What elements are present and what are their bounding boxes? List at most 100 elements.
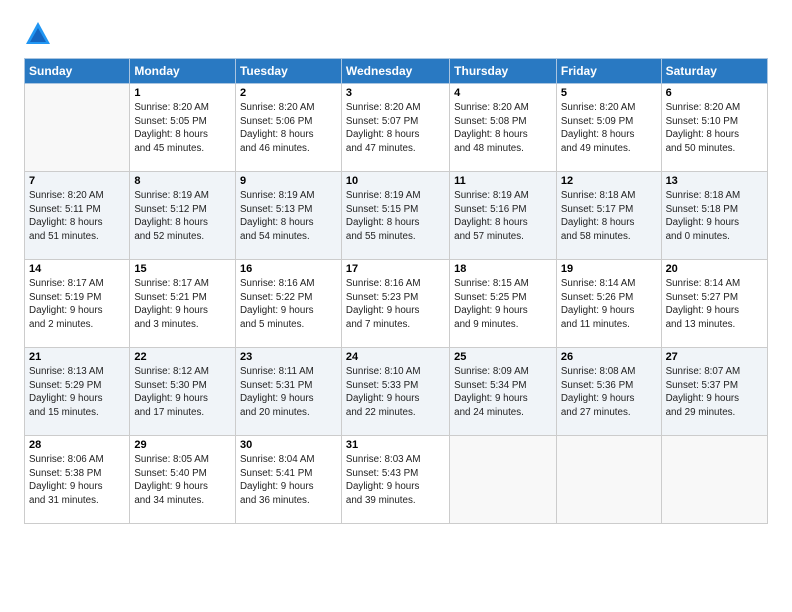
calendar-cell: 17 Sunrise: 8:16 AMSunset: 5:23 PMDayligh… — [341, 260, 449, 348]
calendar-cell: 16 Sunrise: 8:16 AMSunset: 5:22 PMDayligh… — [235, 260, 341, 348]
day-number: 31 — [346, 439, 445, 451]
calendar-week-row: 28Sunrise: 8:06 AMSunset: 5:38 PMDayligh… — [25, 436, 768, 524]
day-info: Sunrise: 8:10 AMSunset: 5:33 PMDaylight:… — [346, 365, 445, 420]
day-info: Sunrise: 8:17 AMSunset: 5:21 PMDaylight:… — [134, 277, 231, 332]
calendar-week-row: 7 Sunrise: 8:20 AMSunset: 5:11 PMDaylight… — [25, 172, 768, 260]
day-info: Sunrise: 8:14 AMSunset: 5:26 PMDaylight:… — [561, 277, 657, 332]
day-number: 30 — [240, 439, 337, 451]
day-number: 25 — [454, 351, 552, 363]
day-number: 28 — [29, 439, 125, 451]
calendar-table: SundayMondayTuesdayWednesdayThursdayFrid… — [24, 58, 768, 524]
calendar-cell: 13Sunrise: 8:18 AMSunset: 5:18 PMDayligh… — [661, 172, 767, 260]
day-info: Sunrise: 8:18 AMSunset: 5:18 PMDaylight:… — [666, 189, 763, 244]
day-number: 3 — [346, 87, 445, 99]
day-info: Sunrise: 8:12 AMSunset: 5:30 PMDaylight:… — [134, 365, 231, 420]
calendar-cell: 21 Sunrise: 8:13 AMSunset: 5:29 PMDayligh… — [25, 348, 130, 436]
calendar-week-row: 14 Sunrise: 8:17 AMSunset: 5:19 PMDayligh… — [25, 260, 768, 348]
day-number: 9 — [240, 175, 337, 187]
day-number: 7 — [29, 175, 125, 187]
day-number: 22 — [134, 351, 231, 363]
day-number: 29 — [134, 439, 231, 451]
day-number: 23 — [240, 351, 337, 363]
header — [24, 20, 768, 48]
day-info: Sunrise: 8:09 AMSunset: 5:34 PMDaylight:… — [454, 365, 552, 420]
day-number: 18 — [454, 263, 552, 275]
calendar-cell: 29Sunrise: 8:05 AMSunset: 5:40 PMDayligh… — [130, 436, 236, 524]
day-info: Sunrise: 8:16 AMSunset: 5:23 PMDaylight:… — [346, 277, 445, 332]
day-number: 12 — [561, 175, 657, 187]
col-header-friday: Friday — [556, 59, 661, 84]
day-info: Sunrise: 8:20 AMSunset: 5:11 PMDaylight:… — [29, 189, 125, 244]
day-number: 26 — [561, 351, 657, 363]
calendar-cell: 10Sunrise: 8:19 AMSunset: 5:15 PMDayligh… — [341, 172, 449, 260]
logo-icon — [24, 20, 52, 48]
day-info: Sunrise: 8:20 AMSunset: 5:07 PMDaylight:… — [346, 101, 445, 156]
calendar-cell: 9 Sunrise: 8:19 AMSunset: 5:13 PMDaylight… — [235, 172, 341, 260]
day-info: Sunrise: 8:19 AMSunset: 5:16 PMDaylight:… — [454, 189, 552, 244]
day-info: Sunrise: 8:03 AMSunset: 5:43 PMDaylight:… — [346, 453, 445, 508]
calendar-cell — [25, 84, 130, 172]
col-header-monday: Monday — [130, 59, 236, 84]
day-info: Sunrise: 8:20 AMSunset: 5:10 PMDaylight:… — [666, 101, 763, 156]
day-info: Sunrise: 8:17 AMSunset: 5:19 PMDaylight:… — [29, 277, 125, 332]
day-info: Sunrise: 8:13 AMSunset: 5:29 PMDaylight:… — [29, 365, 125, 420]
day-info: Sunrise: 8:19 AMSunset: 5:15 PMDaylight:… — [346, 189, 445, 244]
day-number: 5 — [561, 87, 657, 99]
day-number: 11 — [454, 175, 552, 187]
day-info: Sunrise: 8:04 AMSunset: 5:41 PMDaylight:… — [240, 453, 337, 508]
calendar-cell: 12 Sunrise: 8:18 AMSunset: 5:17 PMDayligh… — [556, 172, 661, 260]
calendar-cell: 26 Sunrise: 8:08 AMSunset: 5:36 PMDayligh… — [556, 348, 661, 436]
calendar-week-row: 1Sunrise: 8:20 AMSunset: 5:05 PMDaylight… — [25, 84, 768, 172]
day-info: Sunrise: 8:19 AMSunset: 5:13 PMDaylight:… — [240, 189, 337, 244]
day-number: 2 — [240, 87, 337, 99]
calendar-header-row: SundayMondayTuesdayWednesdayThursdayFrid… — [25, 59, 768, 84]
day-number: 19 — [561, 263, 657, 275]
calendar-cell: 6 Sunrise: 8:20 AMSunset: 5:10 PMDaylight… — [661, 84, 767, 172]
day-info: Sunrise: 8:07 AMSunset: 5:37 PMDaylight:… — [666, 365, 763, 420]
calendar-cell — [450, 436, 557, 524]
day-number: 17 — [346, 263, 445, 275]
day-number: 15 — [134, 263, 231, 275]
calendar-cell: 31 Sunrise: 8:03 AMSunset: 5:43 PMDayligh… — [341, 436, 449, 524]
calendar-cell: 2 Sunrise: 8:20 AMSunset: 5:06 PMDaylight… — [235, 84, 341, 172]
day-number: 6 — [666, 87, 763, 99]
day-info: Sunrise: 8:20 AMSunset: 5:08 PMDaylight:… — [454, 101, 552, 156]
page: SundayMondayTuesdayWednesdayThursdayFrid… — [0, 0, 792, 612]
day-number: 8 — [134, 175, 231, 187]
col-header-thursday: Thursday — [450, 59, 557, 84]
calendar-cell: 3 Sunrise: 8:20 AMSunset: 5:07 PMDaylight… — [341, 84, 449, 172]
calendar-cell: 8 Sunrise: 8:19 AMSunset: 5:12 PMDaylight… — [130, 172, 236, 260]
calendar-cell: 28Sunrise: 8:06 AMSunset: 5:38 PMDayligh… — [25, 436, 130, 524]
col-header-saturday: Saturday — [661, 59, 767, 84]
calendar-cell: 23Sunrise: 8:11 AMSunset: 5:31 PMDayligh… — [235, 348, 341, 436]
calendar-cell: 14 Sunrise: 8:17 AMSunset: 5:19 PMDayligh… — [25, 260, 130, 348]
calendar-cell: 24 Sunrise: 8:10 AMSunset: 5:33 PMDayligh… — [341, 348, 449, 436]
calendar-cell — [556, 436, 661, 524]
calendar-cell: 4Sunrise: 8:20 AMSunset: 5:08 PMDaylight… — [450, 84, 557, 172]
day-info: Sunrise: 8:20 AMSunset: 5:09 PMDaylight:… — [561, 101, 657, 156]
day-number: 1 — [134, 87, 231, 99]
day-info: Sunrise: 8:16 AMSunset: 5:22 PMDaylight:… — [240, 277, 337, 332]
col-header-tuesday: Tuesday — [235, 59, 341, 84]
calendar-week-row: 21 Sunrise: 8:13 AMSunset: 5:29 PMDayligh… — [25, 348, 768, 436]
calendar-cell: 19 Sunrise: 8:14 AMSunset: 5:26 PMDayligh… — [556, 260, 661, 348]
day-info: Sunrise: 8:18 AMSunset: 5:17 PMDaylight:… — [561, 189, 657, 244]
calendar-cell: 5 Sunrise: 8:20 AMSunset: 5:09 PMDaylight… — [556, 84, 661, 172]
day-number: 16 — [240, 263, 337, 275]
day-info: Sunrise: 8:20 AMSunset: 5:06 PMDaylight:… — [240, 101, 337, 156]
day-info: Sunrise: 8:19 AMSunset: 5:12 PMDaylight:… — [134, 189, 231, 244]
calendar-cell: 7 Sunrise: 8:20 AMSunset: 5:11 PMDaylight… — [25, 172, 130, 260]
day-number: 14 — [29, 263, 125, 275]
day-info: Sunrise: 8:15 AMSunset: 5:25 PMDaylight:… — [454, 277, 552, 332]
day-info: Sunrise: 8:14 AMSunset: 5:27 PMDaylight:… — [666, 277, 763, 332]
calendar-cell: 11 Sunrise: 8:19 AMSunset: 5:16 PMDayligh… — [450, 172, 557, 260]
day-info: Sunrise: 8:08 AMSunset: 5:36 PMDaylight:… — [561, 365, 657, 420]
day-number: 21 — [29, 351, 125, 363]
logo — [24, 20, 56, 48]
day-number: 27 — [666, 351, 763, 363]
calendar-cell: 22 Sunrise: 8:12 AMSunset: 5:30 PMDayligh… — [130, 348, 236, 436]
calendar-cell — [661, 436, 767, 524]
calendar-cell: 27 Sunrise: 8:07 AMSunset: 5:37 PMDayligh… — [661, 348, 767, 436]
calendar-cell: 1Sunrise: 8:20 AMSunset: 5:05 PMDaylight… — [130, 84, 236, 172]
day-number: 24 — [346, 351, 445, 363]
